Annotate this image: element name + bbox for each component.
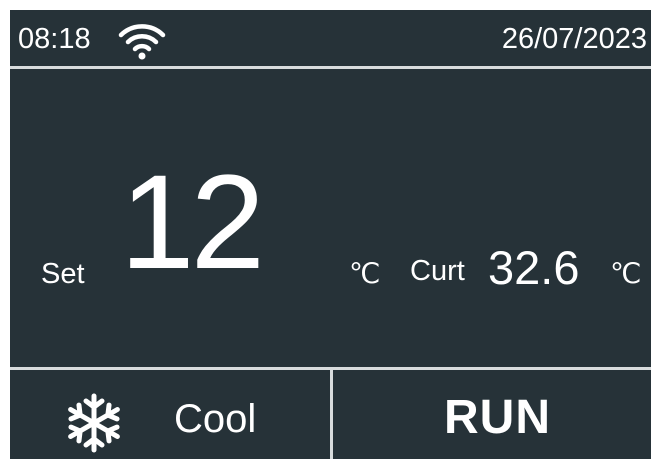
set-temperature-value[interactable]: 12 <box>120 156 265 290</box>
bottom-split-divider <box>330 367 333 459</box>
wifi-icon <box>118 24 166 60</box>
mode-label: Cool <box>174 397 257 441</box>
run-label: RUN <box>444 391 551 444</box>
clock-time: 08:18 <box>18 23 91 55</box>
current-temperature-value: 32.6 <box>488 241 580 294</box>
top-divider <box>10 66 651 69</box>
current-label: Curt <box>410 255 465 287</box>
thermostat-screen: 08:18 26/07/2023 Set 12 ℃ Curt 32.6 ℃ Co… <box>10 10 651 459</box>
snowflake-icon <box>68 393 120 453</box>
current-temperature-unit: ℃ <box>610 258 642 289</box>
set-temperature-unit: ℃ <box>349 258 381 289</box>
set-label: Set <box>41 258 85 290</box>
date: 26/07/2023 <box>501 23 647 55</box>
